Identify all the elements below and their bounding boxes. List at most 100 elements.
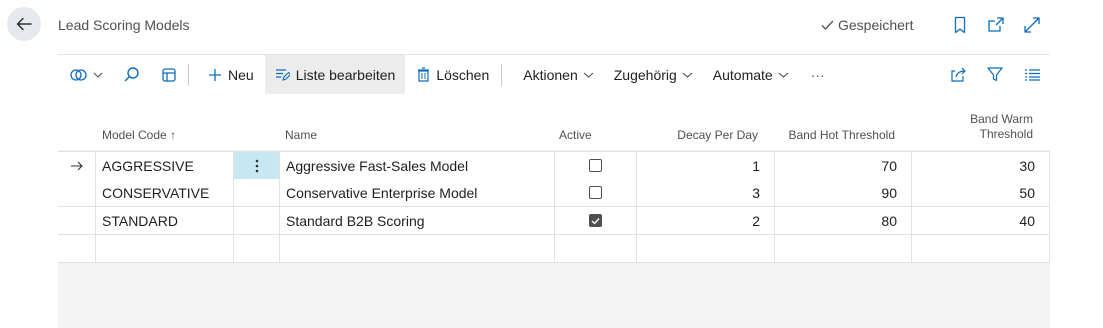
cell-band-hot-threshold[interactable]: 90: [775, 179, 912, 207]
arrow-left-icon: [16, 17, 32, 31]
cell-name[interactable]: Conservative Enterprise Model: [280, 179, 555, 207]
open-new-window-icon: [988, 17, 1004, 32]
edit-list-label: Liste bearbeiten: [295, 66, 396, 83]
search-button[interactable]: [113, 55, 150, 94]
cell-name[interactable]: Standard B2B Scoring: [280, 207, 555, 235]
row-indicator: [58, 179, 96, 207]
table-header: Model Code ↑ Name Active Decay Per Day B…: [58, 100, 1050, 150]
cell-model-code[interactable]: [96, 235, 234, 263]
chevron-down-icon: [778, 72, 789, 78]
open-new-window-button[interactable]: [986, 15, 1006, 35]
checkmark-icon: [591, 217, 600, 225]
table-row[interactable]: STANDARD Standard B2B Scoring 2 80 40: [58, 207, 1050, 235]
cell-decay-per-day[interactable]: 3: [637, 179, 775, 207]
new-button-label: Neu: [228, 66, 254, 83]
filter-button[interactable]: [976, 55, 1014, 94]
cell-band-hot-threshold[interactable]: 80: [775, 207, 912, 235]
table-row[interactable]: CONSERVATIVE Conservative Enterprise Mod…: [58, 179, 1050, 207]
more-options-button[interactable]: ···: [799, 55, 835, 94]
trash-icon: [418, 67, 430, 82]
cell-decay-per-day[interactable]: 1: [637, 152, 775, 180]
saved-label: Gespeichert: [838, 17, 914, 33]
cell-active[interactable]: [555, 235, 637, 263]
expand-button[interactable]: [1022, 15, 1042, 35]
chevron-down-icon: [583, 72, 594, 78]
related-label: Zugehörig: [613, 66, 677, 83]
cell-name[interactable]: [280, 235, 555, 263]
arrow-right-icon: [70, 161, 83, 170]
table-row-empty[interactable]: [58, 235, 1050, 263]
cell-band-warm-threshold[interactable]: 50: [912, 179, 1050, 207]
edit-list-icon: [275, 68, 290, 81]
share-icon: [950, 67, 966, 82]
cell-model-code[interactable]: CONSERVATIVE: [96, 179, 234, 207]
cell-model-code[interactable]: AGGRESSIVE: [96, 152, 234, 180]
table-row[interactable]: AGGRESSIVE Aggressive Fast-Sales Model 1…: [58, 151, 1050, 180]
row-indicator: [58, 152, 96, 180]
actions-label: Aktionen: [523, 66, 578, 83]
view-button[interactable]: [150, 55, 188, 94]
bookmark-icon: [954, 16, 966, 34]
active-checkbox[interactable]: [589, 159, 602, 172]
column-header-line: Threshold: [979, 127, 1033, 141]
row-indicator: [58, 235, 96, 263]
column-header-band-hot-threshold[interactable]: Band Hot Threshold: [775, 128, 895, 143]
row-actions-button[interactable]: [234, 152, 280, 180]
cell-band-warm-threshold[interactable]: [912, 235, 1050, 263]
cell-band-warm-threshold[interactable]: 30: [912, 152, 1050, 180]
list-view-icon: [1024, 68, 1040, 81]
cell-model-code[interactable]: STANDARD: [96, 207, 234, 235]
analysis-mode-button[interactable]: [58, 55, 113, 94]
sort-ascending-icon: ↑: [170, 128, 177, 142]
toolbar-separator: [188, 55, 198, 94]
column-header-name[interactable]: Name: [285, 128, 317, 143]
delete-label: Löschen: [436, 66, 490, 83]
filter-icon: [987, 67, 1003, 82]
toolbar-separator: [501, 55, 511, 94]
cell-band-warm-threshold[interactable]: 40: [912, 207, 1050, 235]
cell-band-hot-threshold[interactable]: [775, 235, 912, 263]
column-header-label: Model Code: [102, 128, 167, 142]
page-title: Lead Scoring Models: [58, 17, 190, 33]
row-actions-cell[interactable]: [234, 207, 280, 235]
row-actions-cell[interactable]: [234, 235, 280, 263]
action-bar: Neu Liste bearbeiten Löschen Aktionen Zu…: [58, 55, 1050, 94]
column-header-line: Band Warm: [970, 112, 1033, 126]
list-view-button[interactable]: [1014, 55, 1050, 94]
cell-band-hot-threshold[interactable]: 70: [775, 152, 912, 180]
more-vertical-icon: [255, 159, 258, 172]
actions-menu[interactable]: Aktionen: [511, 55, 603, 94]
cell-active[interactable]: [555, 207, 637, 235]
bookmark-button[interactable]: [950, 15, 970, 35]
back-button[interactable]: [7, 7, 41, 41]
share-button[interactable]: [940, 55, 976, 94]
row-actions-cell[interactable]: [234, 179, 280, 207]
filter-analysis-icon: [70, 68, 87, 81]
plus-icon: [209, 68, 221, 81]
active-checkbox[interactable]: [589, 186, 602, 199]
chevron-down-icon: [682, 72, 693, 78]
cell-decay-per-day[interactable]: [637, 235, 775, 263]
related-menu[interactable]: Zugehörig: [604, 55, 703, 94]
active-checkbox[interactable]: [589, 214, 602, 227]
column-header-active[interactable]: Active: [559, 128, 592, 143]
cell-active[interactable]: [555, 152, 637, 180]
column-header-band-warm-threshold[interactable]: Band Warm Threshold: [932, 112, 1033, 142]
cell-decay-per-day[interactable]: 2: [637, 207, 775, 235]
view-layout-icon: [162, 67, 176, 82]
chevron-down-icon: [93, 72, 103, 78]
cell-name[interactable]: Aggressive Fast-Sales Model: [280, 152, 555, 180]
delete-button[interactable]: Löschen: [405, 55, 501, 94]
row-indicator: [58, 207, 96, 235]
check-icon: [821, 20, 834, 30]
new-button[interactable]: Neu: [198, 55, 265, 94]
expand-icon: [1024, 17, 1040, 33]
cell-active[interactable]: [555, 179, 637, 207]
automate-menu[interactable]: Automate: [703, 55, 799, 94]
column-header-decay-per-day[interactable]: Decay Per Day: [658, 128, 758, 143]
column-header-model-code[interactable]: Model Code ↑: [102, 128, 176, 143]
saved-status: Gespeichert: [820, 17, 913, 33]
edit-list-button[interactable]: Liste bearbeiten: [264, 55, 406, 94]
search-icon: [124, 67, 139, 82]
more-options-label: ···: [810, 66, 825, 83]
